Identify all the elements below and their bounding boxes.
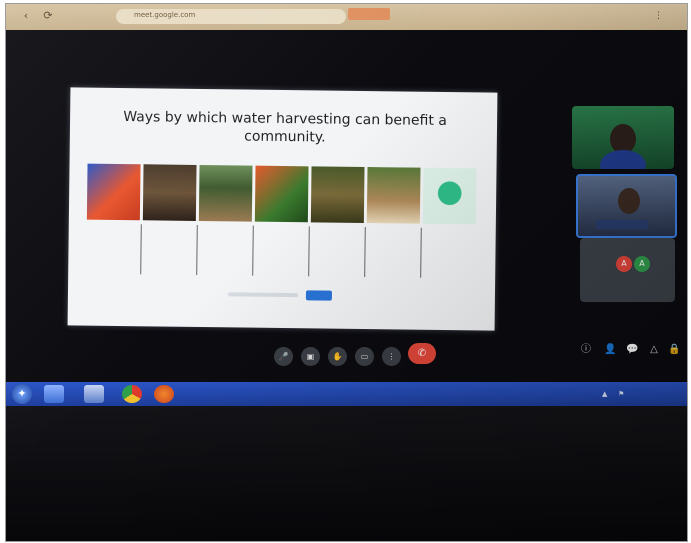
slide-image-farmers: [142, 164, 197, 221]
monitor-bezel: [6, 406, 687, 541]
presented-slide: Ways by which water harvesting can benef…: [67, 87, 498, 331]
browser-extension-chip[interactable]: [348, 8, 390, 20]
raise-hand-button[interactable]: ✋: [328, 347, 347, 366]
slide-pager-track: [227, 292, 298, 298]
media-player-icon[interactable]: [84, 385, 104, 403]
avatar: A: [616, 256, 632, 272]
start-button[interactable]: ✦: [12, 384, 32, 404]
camera-button[interactable]: ▣: [301, 347, 320, 366]
slide-caption-5: [310, 226, 364, 283]
people-icon[interactable]: 👤: [604, 344, 616, 356]
slide-image-irrigation: [310, 166, 365, 223]
tray-arrow-icon[interactable]: ▲: [602, 390, 607, 398]
slide-image-farmland: [366, 167, 421, 224]
browser-menu-icon[interactable]: ⋮: [654, 11, 663, 21]
browser-toolbar: ‹ ⟳ meet.google.com ⋮: [6, 4, 687, 30]
participant-name-tag: [596, 220, 648, 229]
slide-caption-2: [142, 224, 196, 281]
monitor-screen: ‹ ⟳ meet.google.com ⋮ Ways by which wate…: [5, 3, 688, 542]
slide-image-field: [198, 164, 253, 222]
slide-title: Ways by which water harvesting can benef…: [123, 109, 448, 146]
activities-icon[interactable]: △: [648, 344, 660, 356]
slide-caption-4: [254, 226, 308, 283]
avatar: A: [634, 256, 650, 272]
present-button[interactable]: ▭: [355, 347, 374, 366]
slide-image-hands: [86, 163, 141, 221]
slide-image-crops: [254, 165, 309, 223]
slide-pager: [227, 289, 338, 301]
chat-icon[interactable]: 💬: [626, 344, 638, 356]
reload-icon[interactable]: ⟳: [42, 10, 54, 22]
slide-caption-1: [86, 224, 140, 281]
chrome-icon[interactable]: [122, 385, 142, 403]
microphone-button[interactable]: 🎤: [274, 347, 293, 366]
participant-figure: [618, 188, 640, 214]
slide-image-lightbulb: [422, 167, 477, 225]
firefox-icon[interactable]: [154, 385, 174, 403]
participant-video-2[interactable]: [576, 174, 677, 238]
os-taskbar: ✦ ▲ ⚑: [6, 382, 687, 406]
tray-flag-icon[interactable]: ⚑: [618, 390, 624, 398]
participant-video-1[interactable]: [572, 106, 674, 169]
host-controls-icon[interactable]: 🔒: [668, 344, 680, 356]
address-bar-url: meet.google.com: [134, 11, 196, 19]
slide-pager-button[interactable]: [305, 290, 333, 301]
more-options-button[interactable]: ⋮: [382, 347, 401, 366]
others-tile[interactable]: A A: [580, 238, 675, 302]
end-call-button[interactable]: ✆: [408, 343, 436, 364]
address-bar[interactable]: meet.google.com: [116, 9, 346, 24]
file-explorer-icon[interactable]: [44, 385, 64, 403]
back-icon[interactable]: ‹: [20, 10, 32, 22]
participant-shirt: [600, 150, 646, 169]
slide-caption-7: [422, 228, 476, 285]
slide-caption-3: [198, 225, 252, 282]
info-icon[interactable]: ⓘ: [580, 344, 592, 356]
slide-caption-6: [366, 227, 420, 284]
